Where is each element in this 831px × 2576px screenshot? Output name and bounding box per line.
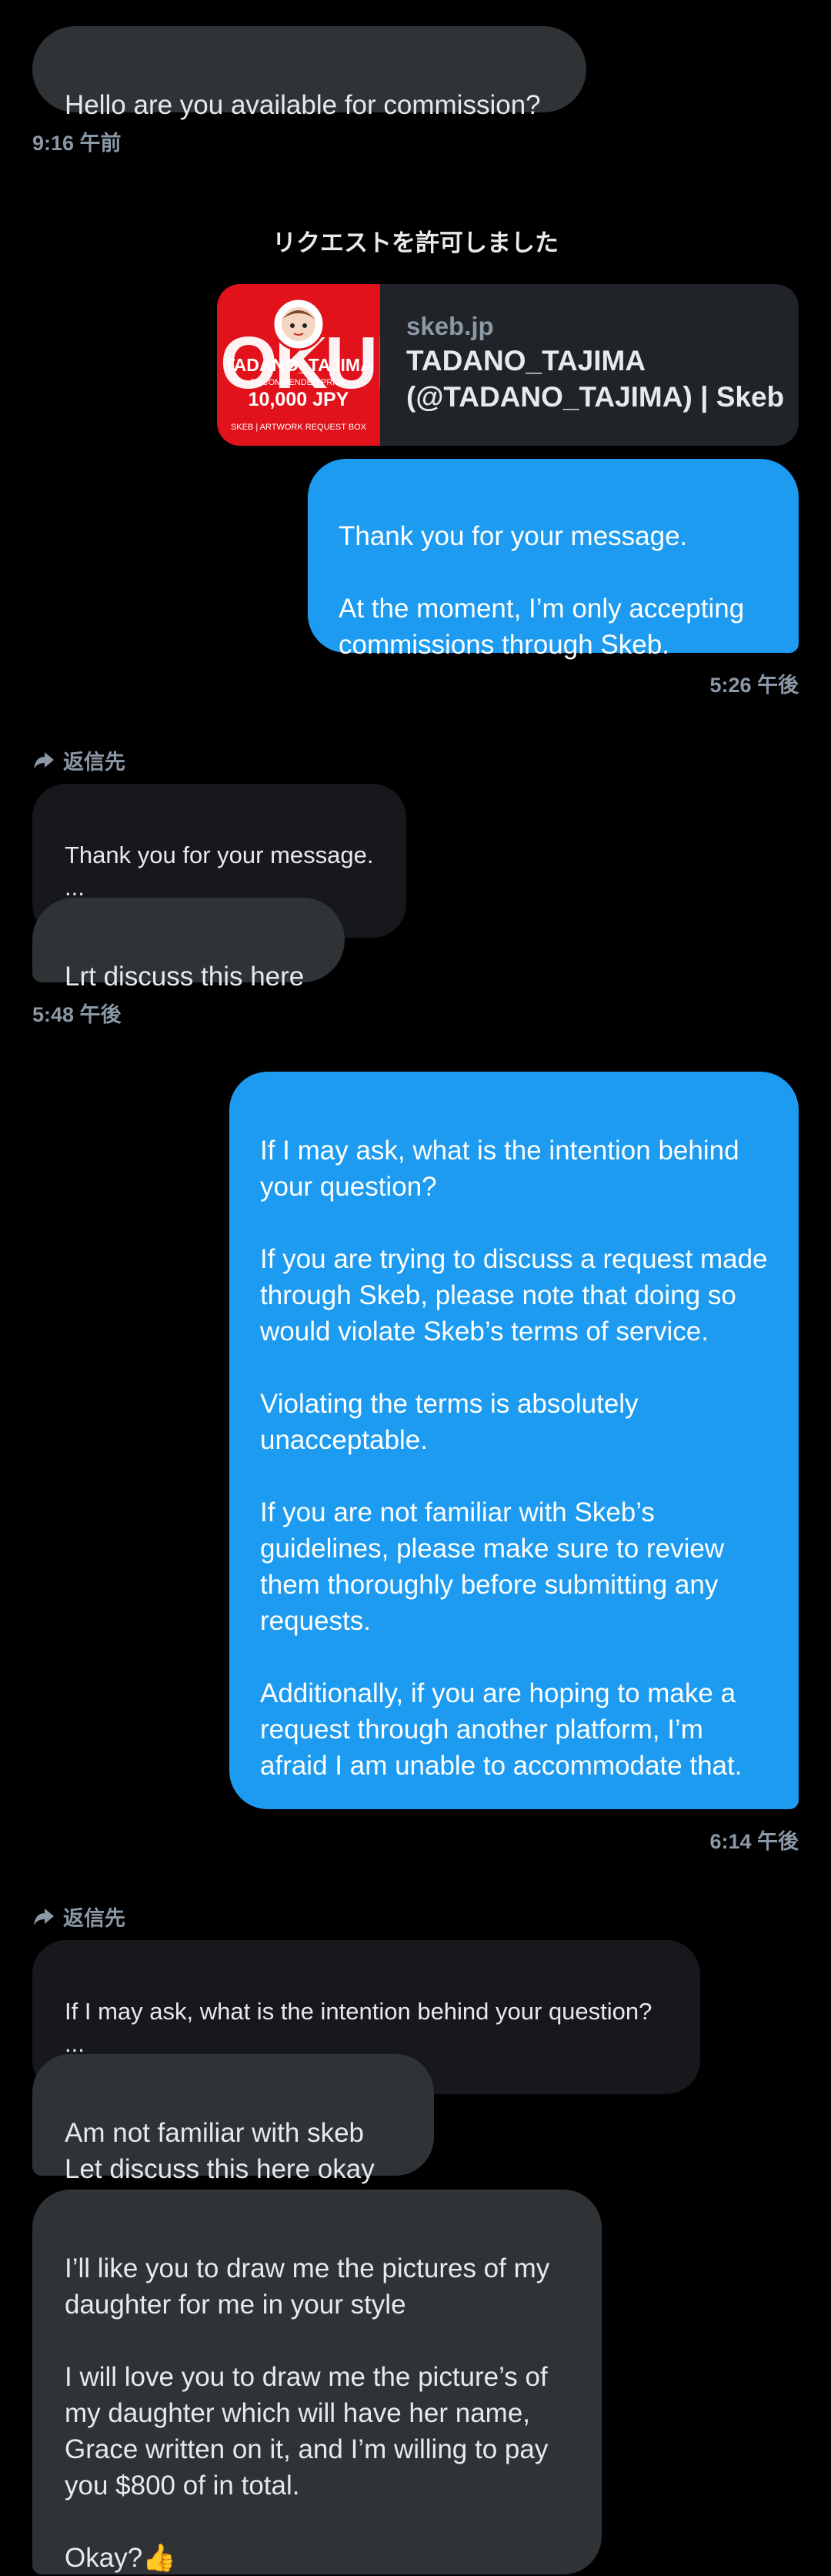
quoted-text: If I may ask, what is the intention behi… <box>65 1998 652 2057</box>
reply-to-text: 返信先 <box>63 751 125 774</box>
mascot-icon <box>272 297 325 351</box>
quoted-text: Thank you for your message. ... <box>65 841 374 901</box>
message-text: I’ll like you to draw me the pictures of… <box>65 2253 550 2573</box>
thumbnail-footer: SKEB | ARTWORK REQUEST BOX <box>230 423 367 432</box>
message-timestamp: 5:48 午後 <box>32 1003 122 1026</box>
message-bubble-incoming[interactable]: I’ll like you to draw me the pictures of… <box>32 2190 602 2574</box>
message-bubble-incoming[interactable]: Am not familiar with skeb Let discuss th… <box>32 2054 434 2184</box>
message-bubble-incoming[interactable]: Lrt discuss this here <box>32 898 345 992</box>
card-title: TADANO_TAJIMA (@TADANO_TAJIMA) | Skeb <box>406 345 785 413</box>
message-text: If I may ask, what is the intention behi… <box>260 1136 768 1781</box>
thumbnail-price: 10,000 JPY <box>248 389 349 410</box>
message-timestamp: 5:26 午後 <box>709 674 799 697</box>
card-domain: skeb.jp <box>406 312 494 340</box>
thumbnail-subtitle: RECOMMENDED PRICE <box>250 378 347 387</box>
message-text: Am not familiar with skeb Let discuss th… <box>65 2118 375 2184</box>
message-timestamp: 6:14 午後 <box>709 1830 799 1853</box>
message-text: Thank you for your message. At the momen… <box>339 521 745 660</box>
skeb-thumbnail: OKUR TADANO_TAJIMA RECOMMENDED PRICE 10,… <box>217 284 380 446</box>
thumbnail-creator-name: TADANO_TAJIMA <box>224 355 373 375</box>
message-bubble-outgoing[interactable]: If I may ask, what is the intention behi… <box>229 1072 799 1809</box>
request-accepted-notice: リクエストを許可しました <box>272 229 559 256</box>
message-text: Lrt discuss this here <box>65 962 305 992</box>
message-text: Hello are you available for commission? <box>65 90 541 120</box>
message-bubble-outgoing[interactable]: Thank you for your message. At the momen… <box>308 459 799 660</box>
link-preview-card[interactable]: OKUR TADANO_TAJIMA RECOMMENDED PRICE 10,… <box>217 284 799 446</box>
reply-arrow-icon <box>34 1908 54 1925</box>
reply-arrow-icon <box>34 751 54 769</box>
message-timestamp: 9:16 午前 <box>32 132 122 155</box>
reply-to-label: 返信先 <box>32 1902 125 1932</box>
card-text: skeb.jp TADANO_TAJIMA (@TADANO_TAJIMA) |… <box>380 284 784 446</box>
reply-to-label: 返信先 <box>32 745 125 775</box>
reply-to-text: 返信先 <box>63 1907 125 1930</box>
message-bubble-incoming[interactable]: Hello are you available for commission? <box>32 26 586 120</box>
